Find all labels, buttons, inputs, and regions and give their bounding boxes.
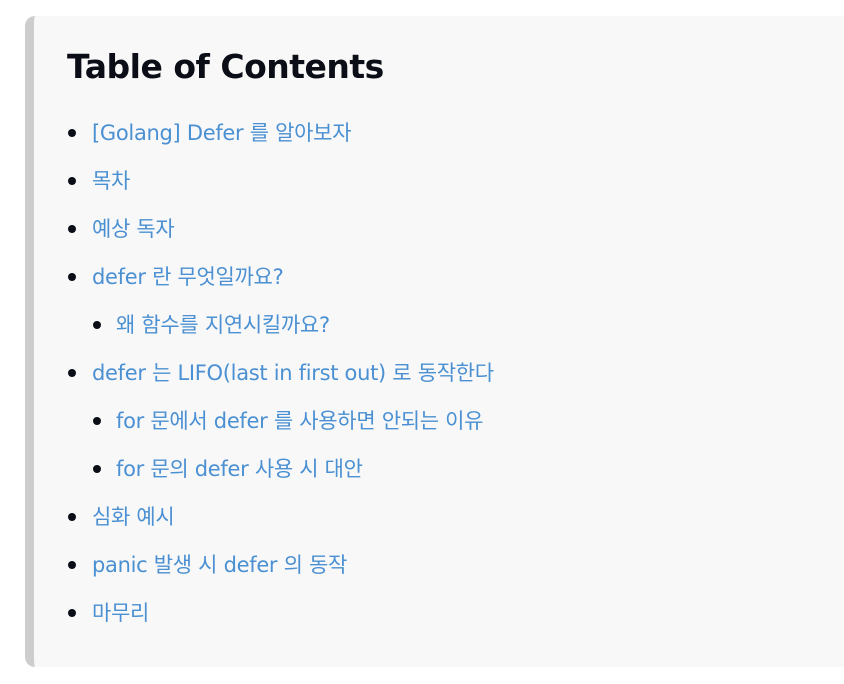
toc-link-conclusion[interactable]: 마무리 xyxy=(92,597,149,629)
bullet-icon xyxy=(68,369,76,377)
toc-link-panic-defer[interactable]: panic 발생 시 defer 의 동작 xyxy=(92,549,347,581)
bullet-icon xyxy=(68,225,76,233)
bullet-icon xyxy=(68,609,76,617)
bullet-icon xyxy=(68,513,76,521)
bullet-icon xyxy=(68,129,76,137)
bullet-icon xyxy=(68,561,76,569)
toc-link-advanced-example[interactable]: 심화 예시 xyxy=(92,501,175,533)
bullet-icon xyxy=(93,321,101,329)
toc-title: Table of Contents xyxy=(67,47,384,86)
toc-link-golang-defer[interactable]: [Golang] Defer 를 알아보자 xyxy=(92,117,352,149)
toc-link-what-is-defer[interactable]: defer 란 무엇일까요? xyxy=(92,261,284,293)
toc-link-contents[interactable]: 목차 xyxy=(92,165,130,197)
toc-link-expected-readers[interactable]: 예상 독자 xyxy=(92,213,175,245)
toc-link-why-delay[interactable]: 왜 함수를 지연시킬까요? xyxy=(116,309,330,341)
toc-link-for-loop-defer[interactable]: for 문에서 defer 를 사용하면 안되는 이유 xyxy=(116,405,483,437)
bullet-icon xyxy=(93,465,101,473)
toc-link-lifo[interactable]: defer 는 LIFO(last in first out) 로 동작한다 xyxy=(92,357,494,389)
bullet-icon xyxy=(68,273,76,281)
table-of-contents: Table of Contents [Golang] Defer 를 알아보자 … xyxy=(25,16,844,667)
toc-link-for-loop-alternative[interactable]: for 문의 defer 사용 시 대안 xyxy=(116,453,363,485)
bullet-icon xyxy=(68,177,76,185)
bullet-icon xyxy=(93,417,101,425)
